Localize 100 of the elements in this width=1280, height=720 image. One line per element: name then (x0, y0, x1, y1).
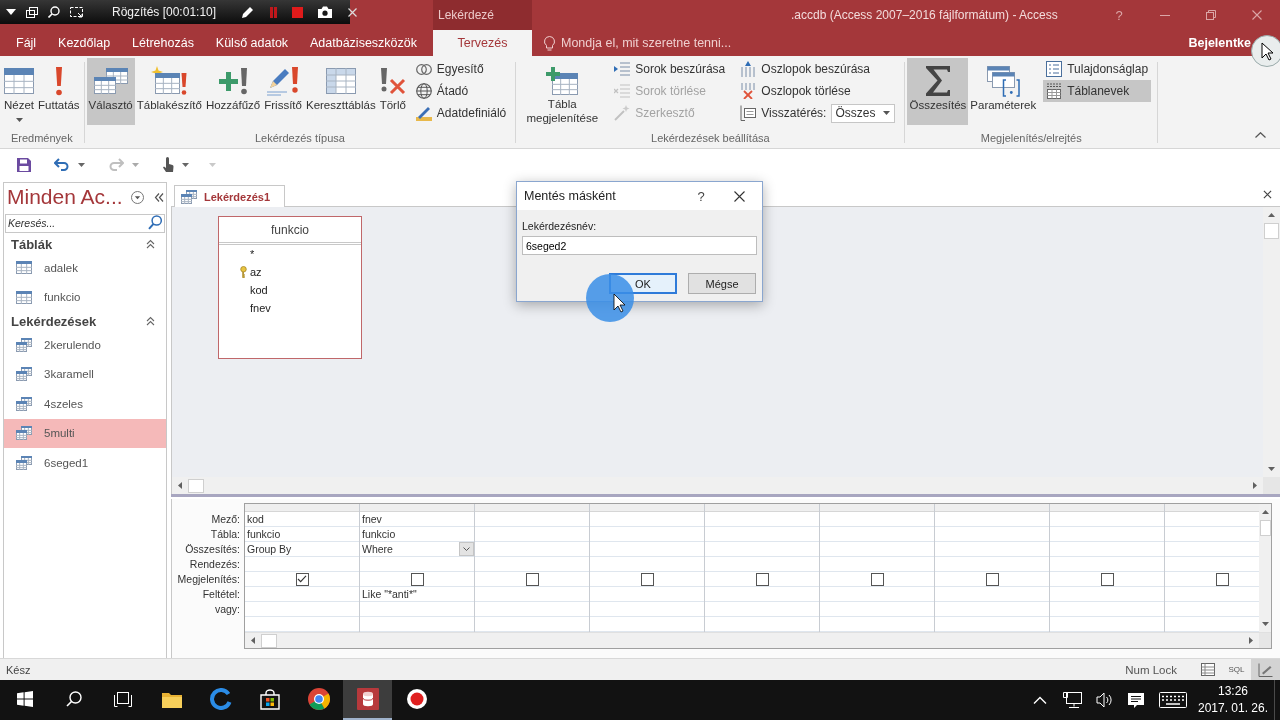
nav-item[interactable]: 6seged1 (4, 448, 166, 478)
search-field[interactable]: Keresés... (5, 213, 165, 233)
ribbon-button[interactable]: Tábla megjelenítése (518, 58, 607, 125)
tell-me-field[interactable]: Mondja el, mit szeretne tenni... (544, 30, 774, 56)
notification-icon[interactable] (1128, 692, 1144, 708)
grid-value[interactable]: kod (245, 512, 359, 526)
nav-item[interactable]: 2kerulendo (4, 330, 166, 360)
grid-value[interactable]: Where (360, 542, 459, 556)
camera-icon[interactable] (318, 6, 333, 18)
arrow-down-icon[interactable] (1268, 467, 1275, 471)
ribbon-small-button[interactable]: Táblanevek (1043, 80, 1152, 102)
shopping-bag-icon[interactable] (259, 688, 280, 710)
ribbon-small-button[interactable]: Tulajdonságlap (1043, 58, 1152, 80)
arc-icon[interactable] (209, 688, 232, 710)
ribbon-button[interactable]: Kereszttáblás (303, 58, 378, 125)
nav-group-header[interactable]: Lekérdezések (4, 312, 166, 330)
checkbox[interactable] (1100, 572, 1114, 586)
query-name-field[interactable]: 6seged2 (522, 236, 757, 255)
grid-value[interactable]: funkcio (245, 527, 359, 541)
record-icon[interactable] (405, 688, 428, 710)
grid-value[interactable]: Group By (245, 542, 359, 556)
checkbox[interactable] (1215, 572, 1229, 586)
ribbon-small-button[interactable]: Egyesítő (412, 58, 510, 80)
pause-icon[interactable] (270, 6, 278, 18)
scrollbar-thumb[interactable] (1259, 520, 1271, 536)
speaker-icon[interactable] (1096, 692, 1112, 708)
nav-item[interactable]: adalek (4, 253, 166, 283)
ribbon-button[interactable]: Táblakészítő (134, 58, 204, 125)
arrow-up-icon[interactable] (1268, 213, 1275, 217)
four-panes-icon[interactable] (16, 691, 33, 707)
double-chevron-left-icon[interactable] (153, 192, 164, 202)
search-icon[interactable] (65, 691, 82, 707)
scrollbar-thumb[interactable] (1264, 223, 1279, 239)
color-wheel-icon[interactable] (307, 688, 330, 710)
dashed-rectangle-icon[interactable] (70, 6, 83, 18)
ribbon-tab[interactable]: Külső adatok (207, 30, 297, 56)
view-button[interactable]: SQL (1222, 659, 1251, 680)
ribbon-button[interactable]: Futtatás (36, 58, 82, 125)
checkbox[interactable] (640, 572, 654, 586)
field-item[interactable]: * (219, 245, 361, 263)
ribbon-tab[interactable]: Kezdőlap (50, 30, 119, 56)
dropdown-button[interactable] (459, 542, 474, 556)
nav-pane-title[interactable]: Minden Ac... (7, 185, 123, 209)
nav-item[interactable]: 3karamell (4, 359, 166, 389)
vertical-scrollbar[interactable] (1263, 207, 1280, 477)
clock-time[interactable]: 13:26 (1218, 683, 1248, 700)
grid-value[interactable]: funkcio (360, 527, 474, 541)
field-list-title[interactable]: funkcio (219, 217, 361, 245)
dialog-button[interactable]: Mégse (688, 273, 756, 294)
view-button[interactable] (1251, 659, 1280, 680)
field-item[interactable]: kod (219, 281, 361, 299)
field-item[interactable]: az (219, 263, 361, 281)
ribbon-button[interactable]: Választó (86, 58, 135, 125)
close-button[interactable] (734, 190, 745, 202)
triangle-down-icon[interactable] (6, 9, 16, 15)
circle-caret-icon[interactable] (130, 190, 144, 204)
ribbon-button[interactable]: Hozzáfűző (203, 58, 263, 125)
ribbon-button[interactable]: Törlő (377, 58, 408, 125)
checkbox[interactable] (870, 572, 884, 586)
checkbox[interactable] (755, 572, 769, 586)
close-icon[interactable] (1263, 189, 1272, 199)
dropdown-field[interactable]: Összes (831, 103, 896, 123)
clock-date[interactable]: 2017. 01. 26. (1197, 700, 1269, 717)
ribbon-button[interactable]: Frissítő (262, 58, 304, 125)
arrow-up-icon[interactable] (1261, 510, 1269, 514)
ribbon-tab[interactable]: Fájl (8, 30, 45, 56)
database-tile-icon[interactable] (356, 688, 379, 710)
ribbon-small-button[interactable]: Átadó (412, 80, 510, 102)
search-icon[interactable] (48, 6, 60, 18)
sign-in-link[interactable]: Bejelentke (1188, 30, 1251, 56)
ribbon-tab[interactable]: Tervezés (433, 30, 532, 56)
ribbon-tab[interactable]: Létrehozás (124, 30, 202, 56)
ribbon-button[interactable]: Paraméterek (968, 58, 1039, 125)
ribbon-button[interactable]: Nézet (2, 58, 37, 125)
folder-icon[interactable] (161, 690, 182, 708)
checkbox[interactable] (295, 572, 309, 586)
nav-item[interactable]: 5multi (4, 418, 166, 448)
nav-group-header[interactable]: Táblák (4, 235, 166, 253)
ribbon-small-button[interactable]: Sorok beszúrása (611, 58, 729, 80)
monitor-icon[interactable] (1062, 692, 1082, 708)
ribbon-small-button[interactable]: Oszlopok törlése (737, 80, 899, 102)
checkbox[interactable] (525, 572, 539, 586)
ribbon-small-button[interactable]: Adatdefiniáló (412, 102, 510, 124)
framed-square-icon[interactable] (113, 691, 132, 707)
nav-item[interactable]: 4szeles (4, 389, 166, 419)
ribbon-tab[interactable]: Adatbáziseszközök (302, 30, 425, 56)
keyboard-icon[interactable] (1159, 692, 1187, 708)
taskbar-app-button[interactable] (343, 680, 392, 720)
field-item[interactable]: fnev (219, 299, 361, 317)
chevron-up-icon[interactable] (1255, 132, 1266, 138)
pencil-icon[interactable] (242, 6, 255, 18)
checkbox[interactable] (985, 572, 999, 586)
ribbon-button[interactable]: Összesítés (907, 58, 969, 125)
ribbon-small-button[interactable]: Oszlopok beszúrása (737, 58, 899, 80)
overlapping-windows-icon[interactable] (26, 6, 38, 18)
help-button[interactable]: ? (693, 188, 709, 204)
field-list[interactable]: funkcio * az kod fnev (218, 216, 362, 359)
grid-value[interactable]: fnev (360, 512, 474, 526)
document-tab[interactable]: Lekérdezés1 (174, 185, 286, 207)
stop-icon[interactable] (292, 6, 304, 18)
